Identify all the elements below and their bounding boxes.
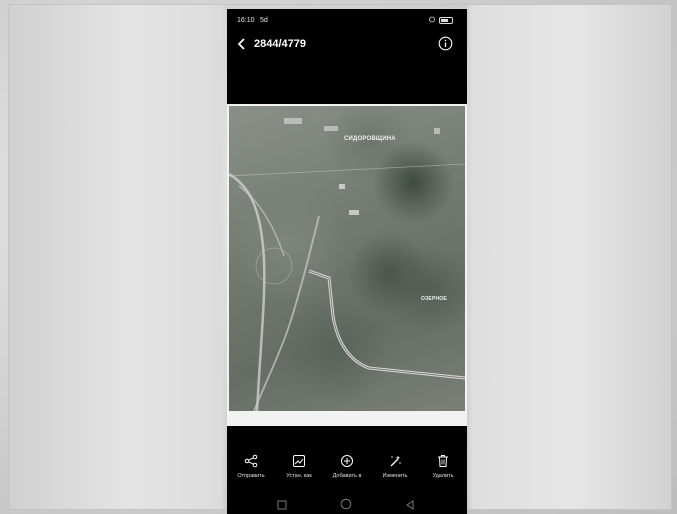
set-as-icon xyxy=(293,455,305,467)
gallery-header: 2844/4779 xyxy=(227,35,467,57)
image-counter: 2844/4779 xyxy=(254,38,306,50)
alarm-icon xyxy=(429,16,435,25)
status-time: 16:10 xyxy=(237,17,255,24)
status-bar: 16:10 5d xyxy=(227,9,467,31)
share-button[interactable]: Отправить xyxy=(227,454,275,479)
action-toolbar: Отправить Устан. как Добавить в Изменить… xyxy=(227,454,467,490)
share-icon xyxy=(244,454,258,468)
set-as-label: Устан. как xyxy=(286,473,312,479)
add-to-icon xyxy=(341,455,353,467)
delete-label: Удалить xyxy=(432,473,454,479)
map-label-sidorovshchina: СИДОРОВЩИНА xyxy=(344,136,396,142)
chevron-left-icon[interactable] xyxy=(235,37,249,51)
square-icon[interactable] xyxy=(277,497,287,514)
triangle-back-icon[interactable] xyxy=(405,497,415,514)
set-as-button[interactable]: Устан. как xyxy=(275,454,323,479)
info-icon[interactable] xyxy=(438,36,453,51)
delete-button[interactable]: Удалить xyxy=(419,454,467,479)
phone-screen: 16:10 5d 2844/4779 СИДОРОВЩИНА ОЗЕРНОЕ О… xyxy=(227,9,467,514)
battery-icon xyxy=(439,17,453,24)
add-to-label: Добавить в xyxy=(332,473,362,479)
edit-label: Изменить xyxy=(382,473,408,479)
photo-viewer[interactable]: СИДОРОВЩИНА ОЗЕРНОЕ xyxy=(227,104,467,426)
edit-wand-icon xyxy=(390,455,401,467)
share-label: Отправить xyxy=(237,473,265,479)
system-nav-bar xyxy=(227,494,467,512)
add-to-button[interactable]: Добавить в xyxy=(323,454,371,479)
status-icons xyxy=(429,16,453,25)
circle-icon[interactable] xyxy=(340,497,352,514)
edit-button[interactable]: Изменить xyxy=(371,454,419,479)
satellite-map-image: СИДОРОВЩИНА ОЗЕРНОЕ xyxy=(229,106,465,411)
trash-icon xyxy=(438,455,448,467)
status-signal: 5d xyxy=(260,17,268,24)
map-label-secondary: ОЗЕРНОЕ xyxy=(421,296,447,302)
